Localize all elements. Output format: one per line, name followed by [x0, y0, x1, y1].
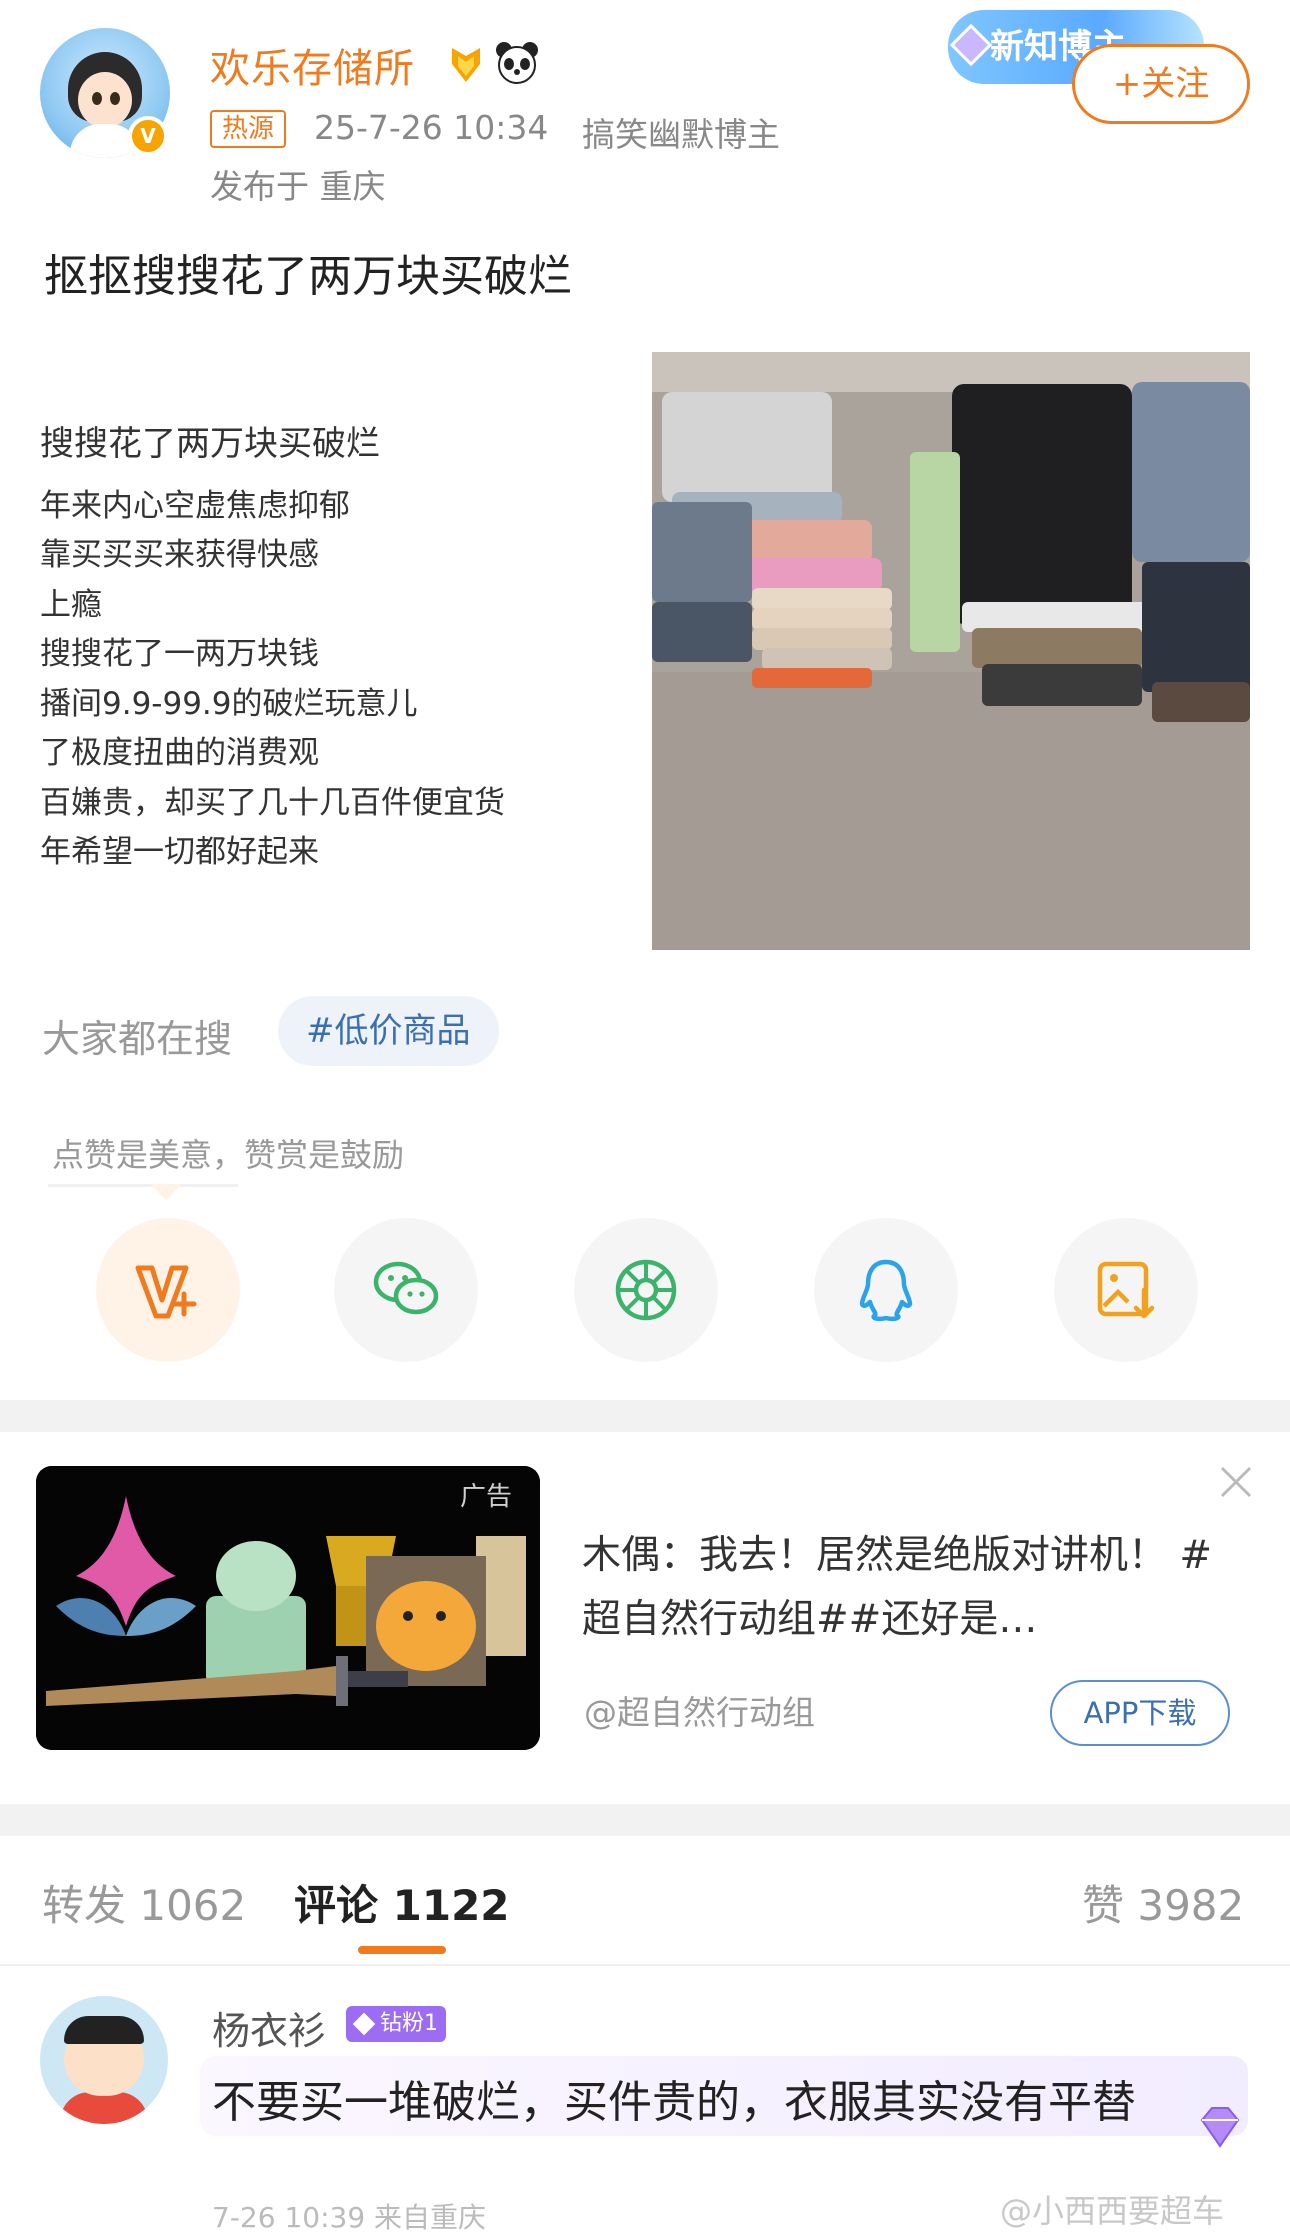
ad-source[interactable]: @超自然行动组 — [584, 1686, 815, 1734]
tab-like[interactable]: 赞 3982 — [1082, 1872, 1244, 1933]
moments-icon — [615, 1259, 677, 1321]
hint-arrow — [150, 1184, 182, 1200]
reward-button[interactable] — [96, 1218, 240, 1362]
panda-icon — [496, 42, 538, 84]
card-line: 搜搜花了一两万块钱 — [40, 636, 319, 672]
card-line: 靠买买买来获得快感 — [40, 537, 319, 573]
share-qq-button[interactable] — [814, 1218, 958, 1362]
post-text-card[interactable]: 搜搜花了两万块买破烂 年来内心空虚焦虑抑郁 靠买买买来获得快感 上瘾 搜搜花了一… — [40, 420, 600, 878]
section-divider — [0, 1804, 1290, 1836]
wechat-icon — [373, 1261, 439, 1315]
reward-hint: 点赞是美意，赞赏是鼓励 — [52, 1136, 405, 1174]
post-photo[interactable] — [652, 352, 1250, 950]
post-location: 发布于 重庆 — [210, 167, 386, 206]
commenter-name[interactable]: 杨衣衫 — [212, 2000, 326, 2055]
card-line: 搜搜花了两万块买破烂 — [40, 424, 380, 464]
tab-comment[interactable]: 评论 1122 — [294, 1872, 510, 1933]
blogger-type: 搞笑幽默博主 — [582, 115, 780, 154]
medal-icon — [452, 48, 480, 82]
close-icon[interactable] — [1218, 1464, 1254, 1500]
card-line: 了极度扭曲的消费观 — [40, 735, 319, 771]
ad-label: 广告 — [460, 1482, 513, 1512]
comment-meta: 7-26 10:39 来自重庆 — [212, 2201, 487, 2234]
app-download-button[interactable]: APP下载 — [1050, 1680, 1230, 1746]
topic-chip[interactable]: #低价商品 — [278, 996, 499, 1066]
commenter-avatar[interactable] — [40, 1996, 168, 2124]
save-image-icon — [1097, 1261, 1155, 1319]
gem-icon — [949, 23, 993, 67]
post-title: 抠抠搜搜花了两万块买破烂 — [44, 251, 572, 302]
hint-underline — [48, 1184, 238, 1187]
qq-icon — [859, 1259, 913, 1322]
tab-rule — [0, 1964, 1290, 1966]
hot-source-tag: 热源 — [210, 110, 287, 148]
search-label: 大家都在搜 — [42, 1017, 233, 1061]
author-name[interactable]: 欢乐存储所 — [210, 36, 415, 94]
tab-repost[interactable]: 转发 1062 — [42, 1872, 246, 1933]
diamond-gem-icon — [1200, 2107, 1240, 2148]
card-line: 上瘾 — [40, 586, 102, 623]
card-line: 年希望一切都好起来 — [40, 834, 319, 870]
follow-button[interactable]: +关注 — [1072, 44, 1250, 124]
tab-indicator — [358, 1946, 446, 1954]
comment-text[interactable]: 不要买一堆破烂，买件贵的，衣服其实没有平替 — [212, 2066, 1136, 2130]
card-line: 百嫌贵，却买了几十几百件便宜货 — [40, 784, 505, 821]
card-line: 年来内心空虚焦虑抑郁 — [40, 487, 350, 524]
watermark: @小西西要超车 — [1000, 2192, 1225, 2230]
verified-icon: V — [128, 116, 168, 156]
post-time: 25-7-26 10:34 — [314, 108, 549, 147]
share-moments-button[interactable] — [574, 1218, 718, 1362]
fan-badge: 钻粉1 — [346, 2006, 446, 2042]
ad-text[interactable]: 木偶：我去！居然是绝版对讲机！ #超自然行动组##还好是… — [582, 1524, 1242, 1652]
diamond-icon — [352, 2012, 376, 2036]
card-line: 播间9.9-99.9的破烂玩意儿 — [40, 685, 418, 722]
save-image-button[interactable] — [1054, 1218, 1198, 1362]
share-wechat-button[interactable] — [334, 1218, 478, 1362]
section-divider — [0, 1400, 1290, 1432]
fan-badge-label: 钻粉1 — [380, 2011, 438, 2036]
reward-v-icon — [135, 1265, 197, 1319]
